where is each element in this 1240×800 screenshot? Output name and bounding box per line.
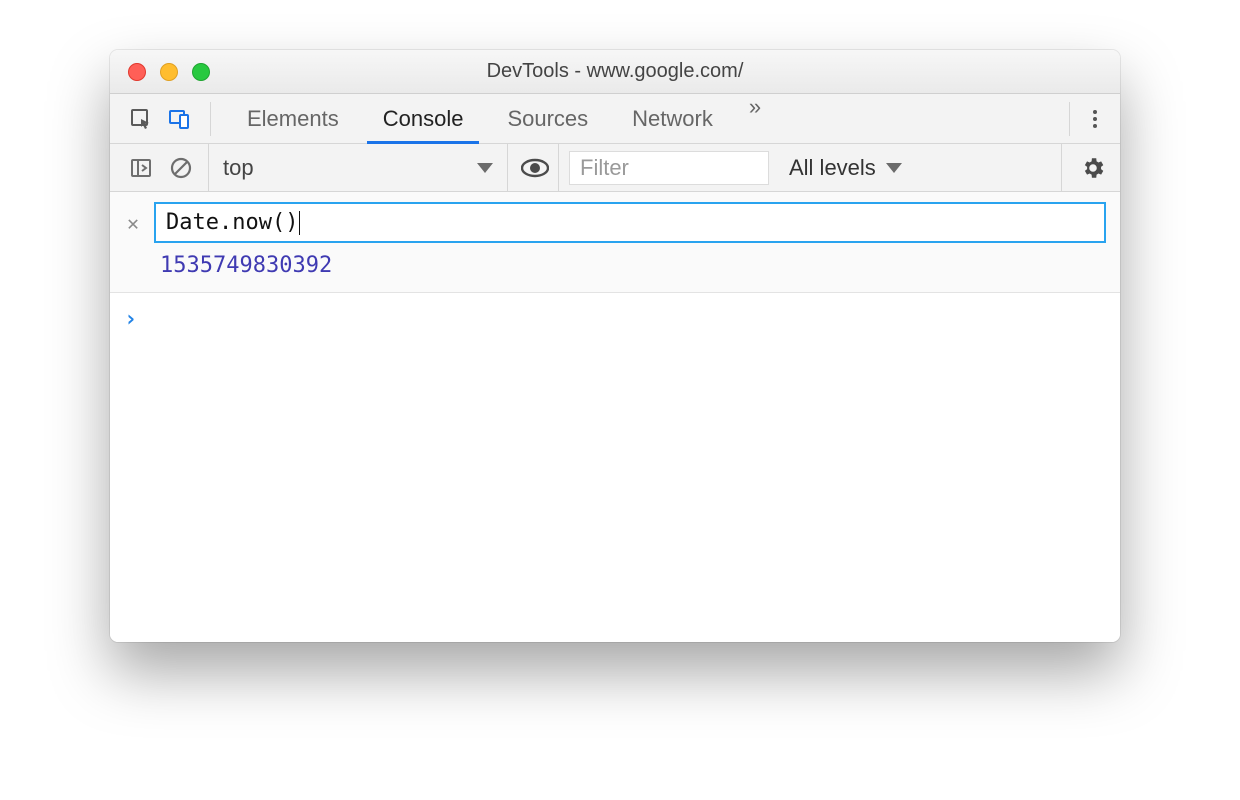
console-output: ✕ Date.now() 1535749830392 › <box>110 192 1120 642</box>
window-titlebar: DevTools - www.google.com/ <box>110 50 1120 94</box>
console-settings-icon[interactable] <box>1076 151 1110 185</box>
text-caret <box>299 211 300 235</box>
close-window-button[interactable] <box>128 63 146 81</box>
tabbar-divider-right <box>1069 102 1070 136</box>
tabs-overflow-button[interactable]: » <box>735 94 775 143</box>
devtools-tabbar: Elements Console Sources Network » <box>110 94 1120 144</box>
log-levels-selector[interactable]: All levels <box>775 155 916 181</box>
tab-network[interactable]: Network <box>610 94 735 143</box>
panel-tabs: Elements Console Sources Network » <box>225 94 775 143</box>
console-prompt-input[interactable] <box>149 307 1106 332</box>
live-expression-text: Date.now() <box>166 210 298 235</box>
live-expression-result: 1535749830392 <box>160 253 1106 278</box>
filter-input[interactable] <box>569 151 769 185</box>
kebab-menu-icon[interactable] <box>1080 104 1110 134</box>
inspect-element-icon[interactable] <box>124 102 158 136</box>
tab-console[interactable]: Console <box>361 94 486 143</box>
clear-console-icon[interactable] <box>164 151 198 185</box>
execution-context-selector[interactable]: top <box>208 144 508 191</box>
chevron-down-icon <box>886 163 902 173</box>
toggle-console-sidebar-icon[interactable] <box>124 151 158 185</box>
zoom-window-button[interactable] <box>192 63 210 81</box>
tab-elements[interactable]: Elements <box>225 94 361 143</box>
console-prompt-row: › <box>110 293 1120 346</box>
window-traffic-lights <box>110 63 210 81</box>
minimize-window-button[interactable] <box>160 63 178 81</box>
log-levels-label: All levels <box>789 155 876 181</box>
live-expression-icon[interactable] <box>518 151 552 185</box>
prompt-chevron-icon: › <box>124 307 137 332</box>
tabbar-divider <box>210 102 211 136</box>
live-expression-block: ✕ Date.now() 1535749830392 <box>110 192 1120 293</box>
tab-sources[interactable]: Sources <box>485 94 610 143</box>
chevron-down-icon <box>477 163 493 173</box>
execution-context-label: top <box>223 155 254 181</box>
toggle-device-toolbar-icon[interactable] <box>162 102 196 136</box>
console-toolbar: top All levels <box>110 144 1120 192</box>
close-icon[interactable]: ✕ <box>124 211 142 235</box>
live-expression-input[interactable]: Date.now() <box>154 202 1106 243</box>
devtools-window: DevTools - www.google.com/ Elements Cons… <box>110 50 1120 642</box>
window-title: DevTools - www.google.com/ <box>110 60 1120 83</box>
